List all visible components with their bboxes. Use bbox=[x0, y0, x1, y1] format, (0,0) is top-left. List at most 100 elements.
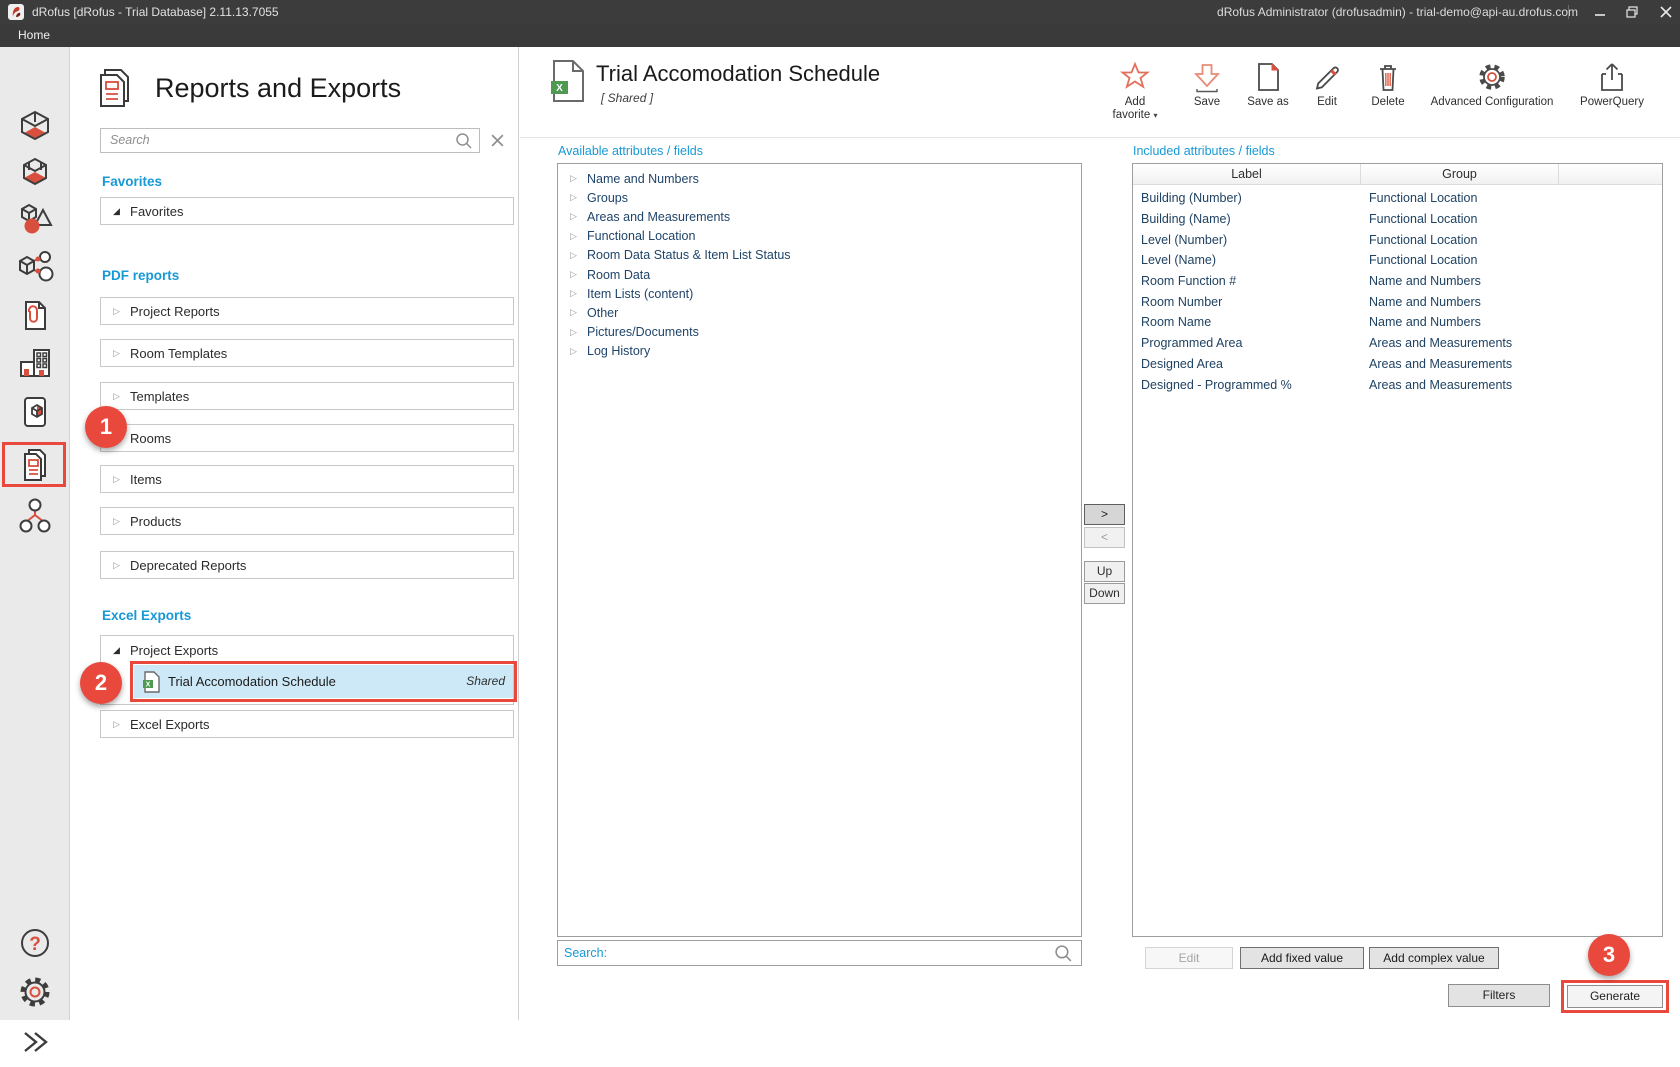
expander-collapsed-icon[interactable]: ▷ bbox=[570, 269, 582, 280]
table-row[interactable]: Room NumberName and Numbers bbox=[1133, 291, 1662, 312]
table-row[interactable]: Designed AreaAreas and Measurements bbox=[1133, 354, 1662, 375]
expander-collapsed-icon[interactable]: ▷ bbox=[570, 327, 582, 338]
table-row[interactable]: Designed - Programmed %Areas and Measure… bbox=[1133, 374, 1662, 395]
tree-item-name-and-numbers[interactable]: ▷Name and Numbers bbox=[558, 169, 1081, 188]
delete-label: Delete bbox=[1360, 96, 1416, 109]
expander-expanded-icon[interactable]: ◢ bbox=[113, 206, 125, 217]
settings-gear-icon[interactable] bbox=[15, 972, 55, 1012]
table-row[interactable]: Level (Name)Functional Location bbox=[1133, 250, 1662, 271]
cell-label: Room Name bbox=[1133, 315, 1361, 329]
save-button[interactable]: Save bbox=[1177, 61, 1237, 109]
documents-icon[interactable] bbox=[15, 295, 55, 335]
tree-item-pictures-documents[interactable]: ▷ Pictures/Documents bbox=[558, 323, 1081, 342]
window-title: dRofus [dRofus - Trial Database] 2.11.13… bbox=[32, 0, 279, 24]
group-excel-exports[interactable]: ▷ Excel Exports bbox=[100, 710, 514, 738]
tree-item-room-data-status[interactable]: ▷Room Data Status & Item List Status bbox=[558, 246, 1081, 265]
expander-collapsed-icon[interactable]: ▷ bbox=[570, 307, 582, 318]
restore-icon[interactable] bbox=[1624, 5, 1640, 19]
available-search-box[interactable]: Search: bbox=[557, 940, 1082, 966]
edit-button[interactable]: Edit bbox=[1302, 61, 1352, 109]
help-icon[interactable]: ? bbox=[15, 923, 55, 963]
expander-collapsed-icon[interactable]: ▷ bbox=[113, 306, 125, 317]
expander-collapsed-icon[interactable]: ▷ bbox=[113, 474, 125, 485]
tree-item-other[interactable]: ▷Other bbox=[558, 303, 1081, 322]
group-rooms[interactable]: ▷ Rooms bbox=[100, 424, 514, 452]
column-header-empty[interactable] bbox=[1559, 164, 1662, 184]
table-row[interactable]: Level (Number)Functional Location bbox=[1133, 229, 1662, 250]
add-favorite-button[interactable]: Add favorite ▾ bbox=[1100, 61, 1170, 122]
edit-label: Edit bbox=[1302, 96, 1352, 109]
expander-collapsed-icon[interactable]: ▷ bbox=[113, 348, 125, 359]
move-left-button[interactable]: < bbox=[1084, 527, 1125, 548]
tree-item-label: Pictures/Documents bbox=[587, 325, 699, 339]
expander-collapsed-icon[interactable]: ▷ bbox=[113, 516, 125, 527]
group-products[interactable]: ▷ Products bbox=[100, 507, 514, 535]
add-fixed-value-button[interactable]: Add fixed value bbox=[1240, 947, 1364, 969]
reports-search-input[interactable] bbox=[110, 129, 450, 151]
save-as-label: Save as bbox=[1236, 96, 1300, 109]
table-row[interactable]: Room NameName and Numbers bbox=[1133, 312, 1662, 333]
move-right-button[interactable]: > bbox=[1084, 504, 1125, 525]
move-up-button[interactable]: Up bbox=[1084, 561, 1125, 582]
delete-button[interactable]: Delete bbox=[1360, 61, 1416, 109]
rooms-icon[interactable] bbox=[15, 107, 55, 147]
expander-collapsed-icon[interactable]: ▷ bbox=[113, 719, 125, 730]
search-icon[interactable] bbox=[455, 132, 473, 150]
tree-item-areas-and-measurements[interactable]: ▷Areas and Measurements bbox=[558, 207, 1081, 226]
table-row[interactable]: Building (Number)Functional Location bbox=[1133, 188, 1662, 209]
group-label: Templates bbox=[130, 389, 189, 404]
expander-collapsed-icon[interactable]: ▷ bbox=[570, 173, 582, 184]
generate-button[interactable]: Generate bbox=[1567, 985, 1663, 1008]
filters-button[interactable]: Filters bbox=[1448, 984, 1550, 1007]
group-project-reports[interactable]: ▷ Project Reports bbox=[100, 297, 514, 325]
tree-item-groups[interactable]: ▷Groups bbox=[558, 188, 1081, 207]
products-icon[interactable] bbox=[15, 199, 55, 239]
group-deprecated-reports[interactable]: ▷ Deprecated Reports bbox=[100, 551, 514, 579]
group-label: Excel Exports bbox=[130, 717, 209, 732]
tree-item-item-lists[interactable]: ▷Item Lists (content) bbox=[558, 284, 1081, 303]
add-complex-value-button[interactable]: Add complex value bbox=[1369, 947, 1499, 969]
drofus-logo-icon bbox=[8, 4, 24, 20]
expand-sidebar-icon[interactable] bbox=[15, 1022, 55, 1062]
section-header-favorites: Favorites bbox=[102, 174, 162, 189]
group-templates[interactable]: ▷ Templates bbox=[100, 382, 514, 410]
tree-item-log-history[interactable]: ▷Log History bbox=[558, 342, 1081, 361]
systems-icon[interactable] bbox=[15, 247, 55, 287]
menu-home[interactable]: Home bbox=[18, 24, 50, 47]
table-row[interactable]: Room Function #Name and Numbers bbox=[1133, 271, 1662, 292]
expander-expanded-icon[interactable]: ◢ bbox=[113, 645, 125, 656]
powerquery-button[interactable]: PowerQuery bbox=[1567, 61, 1657, 109]
expander-collapsed-icon[interactable]: ▷ bbox=[570, 346, 582, 357]
room-function-icon[interactable] bbox=[15, 153, 55, 193]
group-project-exports-row[interactable]: ◢ Project Exports bbox=[101, 636, 513, 664]
tree-item-functional-location[interactable]: ▷Functional Location bbox=[558, 227, 1081, 246]
item-database-icon[interactable] bbox=[15, 392, 55, 432]
expander-collapsed-icon[interactable]: ▷ bbox=[113, 560, 125, 571]
expander-collapsed-icon[interactable]: ▷ bbox=[570, 250, 582, 261]
group-items[interactable]: ▷ Items bbox=[100, 465, 514, 493]
expander-collapsed-icon[interactable]: ▷ bbox=[570, 231, 582, 242]
column-header-group[interactable]: Group bbox=[1361, 164, 1559, 184]
expander-collapsed-icon[interactable]: ▷ bbox=[570, 288, 582, 299]
save-as-button[interactable]: Save as bbox=[1236, 61, 1300, 109]
column-header-label[interactable]: Label bbox=[1133, 164, 1361, 184]
clear-search-icon[interactable] bbox=[490, 133, 505, 148]
edit-attribute-button[interactable]: Edit bbox=[1145, 947, 1233, 969]
close-icon[interactable] bbox=[1658, 5, 1674, 19]
classification-icon[interactable] bbox=[15, 495, 55, 535]
table-row[interactable]: Building (Name)Functional Location bbox=[1133, 209, 1662, 230]
group-room-templates[interactable]: ▷ Room Templates bbox=[100, 339, 514, 367]
expander-collapsed-icon[interactable]: ▷ bbox=[570, 211, 582, 222]
cell-label: Level (Name) bbox=[1133, 253, 1361, 267]
minimize-icon[interactable] bbox=[1592, 5, 1608, 19]
save-icon bbox=[1192, 61, 1222, 93]
buildings-icon[interactable] bbox=[15, 343, 55, 383]
expander-collapsed-icon[interactable]: ▷ bbox=[570, 192, 582, 203]
group-favorites[interactable]: ◢ Favorites bbox=[100, 197, 514, 225]
move-down-button[interactable]: Down bbox=[1084, 583, 1125, 604]
search-icon[interactable] bbox=[1054, 944, 1073, 963]
table-row[interactable]: Programmed AreaAreas and Measurements bbox=[1133, 333, 1662, 354]
expander-collapsed-icon[interactable]: ▷ bbox=[113, 391, 125, 402]
tree-item-room-data[interactable]: ▷Room Data bbox=[558, 265, 1081, 284]
advanced-configuration-button[interactable]: Advanced Configuration bbox=[1412, 61, 1572, 109]
